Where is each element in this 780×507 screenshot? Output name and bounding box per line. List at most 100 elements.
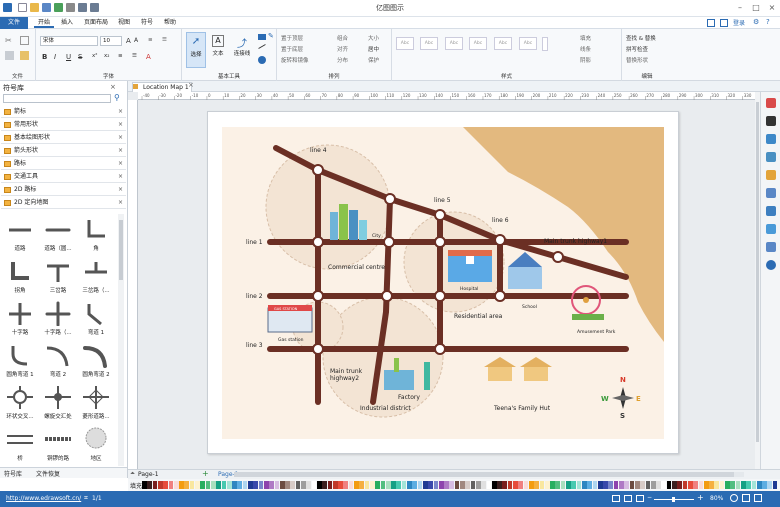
color-swatch[interactable] bbox=[740, 481, 746, 489]
color-swatch[interactable] bbox=[396, 481, 402, 489]
menu-file[interactable]: 文件 bbox=[0, 17, 28, 29]
format-painter-icon[interactable] bbox=[20, 51, 29, 60]
library-item[interactable]: 常用形状 × bbox=[1, 119, 126, 131]
color-swatch[interactable] bbox=[513, 481, 518, 489]
save-icon[interactable] bbox=[42, 3, 51, 12]
color-swatch[interactable] bbox=[666, 481, 672, 489]
color-swatch[interactable] bbox=[751, 481, 757, 489]
color-swatch[interactable] bbox=[168, 481, 174, 489]
font-color-icon[interactable]: A bbox=[146, 53, 151, 61]
spell-check-button[interactable]: 拼写检查 bbox=[626, 45, 648, 53]
color-swatch[interactable] bbox=[417, 481, 423, 489]
add-page-icon[interactable]: + bbox=[202, 469, 209, 478]
copy-icon[interactable] bbox=[20, 36, 29, 45]
color-swatch[interactable] bbox=[285, 481, 290, 489]
color-swatch[interactable] bbox=[380, 481, 386, 489]
library-item[interactable]: 2D 定向地图 × bbox=[1, 197, 126, 209]
color-swatch[interactable] bbox=[587, 481, 592, 489]
color-swatch[interactable] bbox=[179, 481, 184, 489]
color-swatch[interactable] bbox=[730, 481, 736, 489]
select-tool-button[interactable]: ➚ 选择 bbox=[186, 32, 206, 68]
shape-corner[interactable]: 角 bbox=[77, 216, 115, 252]
publish-icon[interactable] bbox=[720, 19, 728, 27]
zoom-fit-icon[interactable] bbox=[730, 494, 738, 502]
color-swatch[interactable] bbox=[475, 481, 481, 489]
color-swatch[interactable] bbox=[555, 481, 561, 489]
theme-icon[interactable] bbox=[766, 98, 776, 108]
color-swatch[interactable] bbox=[534, 481, 539, 489]
color-swatch[interactable] bbox=[216, 481, 221, 489]
color-swatch[interactable] bbox=[709, 481, 714, 489]
color-swatch[interactable] bbox=[242, 481, 248, 489]
color-swatch[interactable] bbox=[311, 481, 317, 489]
color-swatch[interactable] bbox=[465, 481, 471, 489]
style-preset[interactable]: Abc bbox=[469, 37, 487, 50]
color-swatch[interactable] bbox=[253, 481, 259, 489]
color-swatch[interactable] bbox=[407, 481, 412, 489]
color-swatch[interactable] bbox=[142, 481, 147, 489]
style-preset[interactable]: Abc bbox=[494, 37, 512, 50]
line-shape-icon[interactable] bbox=[258, 44, 266, 49]
color-swatch[interactable] bbox=[619, 481, 624, 489]
color-swatch[interactable] bbox=[327, 481, 333, 489]
bring-to-front-button[interactable]: 置于顶层 bbox=[281, 34, 303, 42]
color-swatch[interactable] bbox=[438, 481, 444, 489]
group-button[interactable]: 组合 bbox=[337, 34, 348, 42]
color-swatch[interactable] bbox=[157, 481, 163, 489]
color-swatch[interactable] bbox=[332, 481, 338, 489]
center-button[interactable]: 居中 bbox=[368, 45, 379, 53]
color-swatch[interactable] bbox=[672, 481, 677, 489]
bold-icon[interactable]: B bbox=[42, 53, 47, 61]
library-item[interactable]: 2D 路标 × bbox=[1, 184, 126, 196]
export-icon[interactable] bbox=[54, 3, 63, 12]
line-button[interactable]: 线条 bbox=[580, 45, 591, 53]
color-swatch[interactable] bbox=[762, 481, 767, 489]
align-center-icon[interactable]: ≡ bbox=[118, 53, 123, 59]
library-item[interactable]: 交通工具 × bbox=[1, 171, 126, 183]
share-icon[interactable] bbox=[707, 19, 715, 27]
shape-t-junction-rounded[interactable]: 三岔路（... bbox=[77, 258, 115, 294]
shape-rounded-curve-2[interactable]: 圆角弯道 2 bbox=[77, 342, 115, 378]
color-swatch[interactable] bbox=[385, 481, 391, 489]
style-preset[interactable]: Abc bbox=[519, 37, 537, 50]
color-swatch[interactable] bbox=[301, 481, 306, 489]
image-icon[interactable] bbox=[766, 152, 776, 162]
search-icon[interactable]: ⚲ bbox=[114, 93, 120, 102]
close-icon[interactable]: × bbox=[118, 184, 123, 196]
close-icon[interactable]: × bbox=[118, 145, 123, 157]
close-icon[interactable]: × bbox=[118, 197, 123, 209]
open-folder-icon[interactable] bbox=[30, 3, 39, 12]
library-search-input[interactable] bbox=[3, 94, 111, 103]
line-spacing-icon[interactable]: ☰ bbox=[162, 37, 167, 43]
color-swatch[interactable] bbox=[226, 481, 232, 489]
horizontal-scrollbar[interactable] bbox=[234, 472, 744, 477]
fit-width-icon[interactable] bbox=[624, 495, 632, 502]
color-swatch[interactable] bbox=[767, 481, 773, 489]
color-swatch[interactable] bbox=[581, 481, 587, 489]
menu-view[interactable]: 视图 bbox=[114, 18, 134, 28]
color-swatch[interactable] bbox=[756, 481, 762, 489]
fit-page-icon[interactable] bbox=[612, 495, 620, 502]
library-item[interactable]: 路标 × bbox=[1, 158, 126, 170]
help-circle-icon[interactable] bbox=[766, 260, 776, 270]
color-swatch[interactable] bbox=[566, 481, 571, 489]
redo-icon[interactable] bbox=[90, 3, 99, 12]
page-dropdown[interactable]: Page-1 bbox=[138, 471, 159, 478]
close-icon[interactable]: × bbox=[118, 158, 123, 170]
color-swatch[interactable] bbox=[444, 481, 449, 489]
font-shrink-icon[interactable]: A bbox=[134, 37, 138, 44]
layer-icon[interactable] bbox=[766, 170, 776, 180]
library-item[interactable]: 基本绘图形状 × bbox=[1, 132, 126, 144]
color-swatch[interactable] bbox=[195, 481, 200, 489]
paste-icon[interactable] bbox=[5, 51, 14, 60]
shape-crossroad-rounded[interactable]: 十字路（... bbox=[39, 300, 77, 336]
connector-tool-button[interactable]: ⤴ 连接线 bbox=[230, 32, 254, 68]
maximize-button[interactable]: □ bbox=[750, 2, 762, 14]
print-icon[interactable] bbox=[66, 3, 75, 12]
color-swatch[interactable] bbox=[528, 481, 534, 489]
color-swatch[interactable] bbox=[682, 481, 688, 489]
color-swatch[interactable] bbox=[735, 481, 741, 489]
full-screen-icon[interactable] bbox=[636, 495, 644, 502]
color-swatch[interactable] bbox=[746, 481, 751, 489]
color-swatch[interactable] bbox=[603, 481, 608, 489]
